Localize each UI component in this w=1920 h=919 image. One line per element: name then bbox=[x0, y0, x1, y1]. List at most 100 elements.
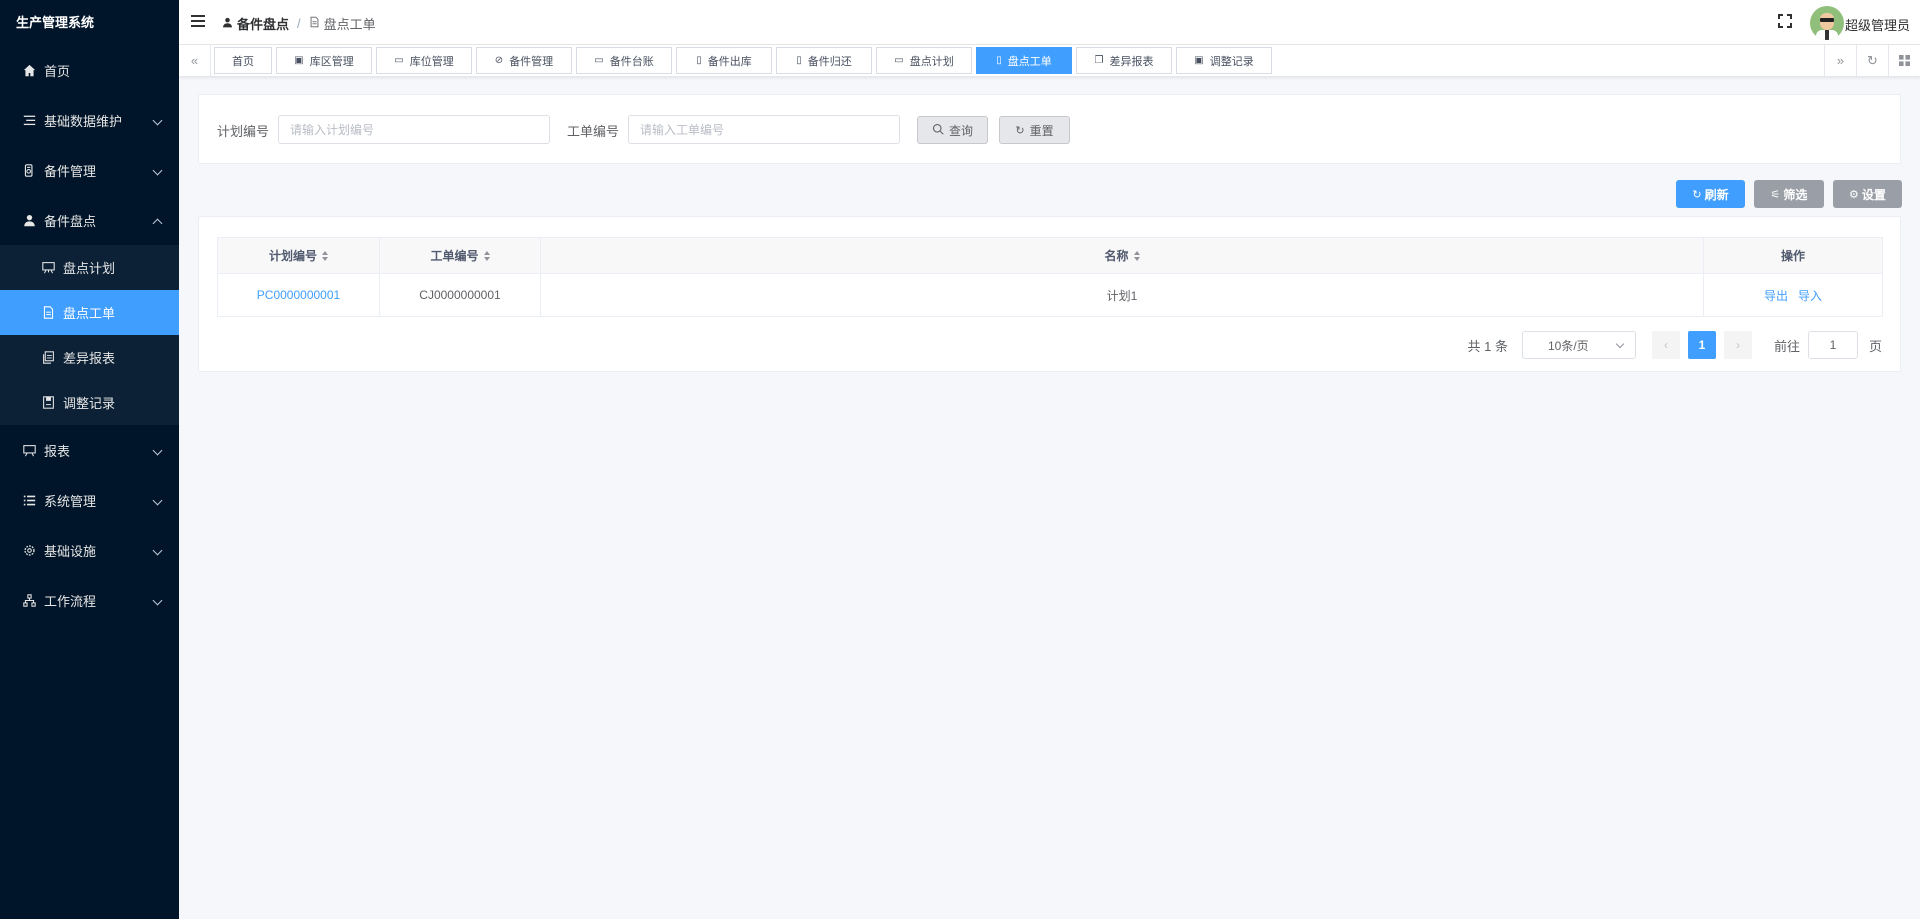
sidebar-item-infrastructure[interactable]: 基础设施 bbox=[0, 525, 179, 575]
refresh-icon[interactable]: ↻ bbox=[1856, 45, 1888, 76]
tag-return[interactable]: ▯ 备件归还 bbox=[776, 47, 872, 74]
sidebar-item-parts[interactable]: 备件管理 bbox=[0, 145, 179, 195]
sidebar-item-home[interactable]: 首页 bbox=[0, 45, 179, 95]
chevron-down-icon bbox=[152, 165, 163, 176]
refresh-icon: ↻ bbox=[1692, 188, 1702, 201]
sidebar-item-inventory-order[interactable]: 盘点工单 bbox=[0, 290, 179, 335]
reset-button[interactable]: ↻ 重置 bbox=[999, 116, 1070, 144]
tag-adjust-record[interactable]: ▣ 调整记录 bbox=[1176, 47, 1272, 74]
sidebar-item-system[interactable]: 系统管理 bbox=[0, 475, 179, 525]
scroll-right-icon[interactable]: » bbox=[1824, 45, 1856, 76]
ledger-icon: ▭ bbox=[594, 55, 604, 66]
breadcrumb-separator: / bbox=[297, 16, 301, 31]
save-icon bbox=[41, 396, 55, 410]
prev-page-icon[interactable]: ‹ bbox=[1651, 331, 1680, 359]
tag-inventory-plan[interactable]: ▭ 盘点计划 bbox=[876, 47, 972, 74]
cell-order-no: CJ0000000001 bbox=[380, 274, 541, 316]
cell-actions: 导出 导入 bbox=[1704, 274, 1882, 316]
plan-no-link[interactable]: PC0000000001 bbox=[257, 288, 340, 302]
chart-icon bbox=[22, 443, 36, 457]
cell-plan-no: PC0000000001 bbox=[218, 274, 380, 316]
document-icon: ▯ bbox=[796, 55, 802, 66]
sidebar-item-adjust-record[interactable]: 调整记录 bbox=[0, 380, 179, 425]
scroll-left-icon[interactable]: « bbox=[179, 45, 211, 76]
chevron-down-icon bbox=[152, 595, 163, 606]
import-link[interactable]: 导入 bbox=[1798, 287, 1822, 304]
order-no-label: 工单编号 bbox=[567, 124, 620, 139]
sidebar-item-inventory[interactable]: 备件盘点 bbox=[0, 195, 179, 245]
sidebar-item-reports[interactable]: 报表 bbox=[0, 425, 179, 475]
chevron-down-icon bbox=[152, 115, 163, 126]
column-header-name[interactable]: 名称 bbox=[541, 238, 1704, 273]
order-no-input[interactable] bbox=[628, 115, 900, 144]
refresh-icon: ↻ bbox=[1015, 124, 1025, 137]
grid-menu-icon[interactable] bbox=[1888, 45, 1920, 76]
tag-outbound[interactable]: ▯ 备件出库 bbox=[676, 47, 772, 74]
parts-icon bbox=[22, 163, 36, 177]
tag-inventory-order[interactable]: ▯ 盘点工单 bbox=[976, 47, 1072, 74]
list-icon bbox=[22, 113, 36, 127]
user-icon bbox=[22, 213, 36, 227]
sort-icon[interactable] bbox=[483, 250, 490, 261]
fullscreen-icon[interactable] bbox=[1778, 14, 1792, 28]
sidebar-item-label: 基础设施 bbox=[44, 543, 97, 559]
goto-unit: 页 bbox=[1868, 338, 1882, 354]
table-row: PC0000000001 CJ0000000001 计划1 导出 导入 bbox=[218, 274, 1882, 316]
avatar[interactable] bbox=[1810, 6, 1844, 40]
goto-label: 前往 bbox=[1773, 338, 1800, 354]
tag-location[interactable]: ▭ 库位管理 bbox=[376, 47, 472, 74]
document-icon bbox=[309, 16, 320, 31]
sidebar-item-inventory-plan[interactable]: 盘点计划 bbox=[0, 245, 179, 290]
tag-home[interactable]: 首页 bbox=[214, 47, 272, 74]
settings-button[interactable]: ⚙ 设置 bbox=[1833, 180, 1902, 208]
sort-icon[interactable] bbox=[322, 250, 328, 261]
gear-icon: ⚙ bbox=[1849, 188, 1859, 201]
document-icon bbox=[41, 306, 55, 320]
breadcrumb-item-current: 盘点工单 bbox=[323, 17, 376, 32]
sidebar-item-label: 首页 bbox=[44, 63, 71, 79]
query-button[interactable]: 查询 bbox=[917, 116, 988, 144]
tag-ledger[interactable]: ▭ 备件台账 bbox=[576, 47, 672, 74]
breadcrumb-item[interactable]: 备件盘点 bbox=[237, 14, 289, 33]
page-number-current[interactable]: 1 bbox=[1687, 331, 1716, 359]
sidebar-item-workflow[interactable]: 工作流程 bbox=[0, 575, 179, 625]
goto-page-input[interactable] bbox=[1807, 331, 1858, 359]
tag-diff-report[interactable]: ❐ 差异报表 bbox=[1076, 47, 1172, 74]
column-header-order-no[interactable]: 工单编号 bbox=[380, 238, 541, 273]
sidebar-item-label: 工作流程 bbox=[44, 593, 97, 609]
tags-view-bar: « 首页 ▣ 库区管理 ▭ 库位管理 ⊘ 备件管理 ▭ 备件台账 ▯ 备件出库 ▯ 备件归还… bbox=[179, 45, 1920, 77]
chevron-down-icon bbox=[1615, 339, 1625, 349]
top-header: 备件盘点 / 盘点工单 超级管理员 bbox=[179, 0, 1920, 45]
hamburger-icon[interactable] bbox=[191, 15, 205, 27]
search-form: 计划编号 工单编号 查询 ↻ 重置 bbox=[198, 94, 1901, 164]
table-card: 计划编号 工单编号 名称 操作 PC0000000001 CJ000000000… bbox=[198, 216, 1901, 372]
table-header-row: 计划编号 工单编号 名称 操作 bbox=[218, 238, 1882, 274]
box-icon: ▣ bbox=[294, 55, 304, 66]
page-size-select[interactable]: 10条/页 bbox=[1521, 331, 1636, 359]
column-header-actions: 操作 bbox=[1704, 238, 1882, 273]
sidebar-item-label: 报表 bbox=[44, 443, 71, 459]
sidebar-item-base-data[interactable]: 基础数据维护 bbox=[0, 95, 179, 145]
chevron-down-icon bbox=[152, 545, 163, 556]
sidebar-item-label: 备件管理 bbox=[44, 163, 97, 179]
breadcrumb: 备件盘点 / 盘点工单 bbox=[222, 14, 376, 33]
chevron-down-icon bbox=[152, 495, 163, 506]
submenu-inventory: 盘点计划 盘点工单 差异报表 调整记录 bbox=[0, 245, 179, 425]
column-header-plan-no[interactable]: 计划编号 bbox=[218, 238, 380, 273]
refresh-button[interactable]: ↻ 刷新 bbox=[1676, 180, 1745, 208]
plan-no-input[interactable] bbox=[278, 115, 550, 144]
search-icon bbox=[932, 123, 944, 138]
flow-icon bbox=[22, 593, 36, 607]
tag-area[interactable]: ▣ 库区管理 bbox=[276, 47, 372, 74]
sidebar-item-label: 基础数据维护 bbox=[44, 113, 123, 129]
filter-button[interactable]: ⚟ 筛选 bbox=[1754, 180, 1824, 208]
user-name[interactable]: 超级管理员 bbox=[1845, 15, 1910, 34]
tag-parts[interactable]: ⊘ 备件管理 bbox=[476, 47, 572, 74]
export-link[interactable]: 导出 bbox=[1764, 287, 1788, 304]
chevron-up-icon bbox=[152, 218, 163, 229]
sidebar-item-diff-report[interactable]: 差异报表 bbox=[0, 335, 179, 380]
next-page-icon[interactable]: › bbox=[1723, 331, 1752, 359]
parts-icon: ⊘ bbox=[494, 55, 504, 66]
sort-icon[interactable] bbox=[1133, 250, 1140, 261]
shelf-icon: ▭ bbox=[394, 55, 404, 66]
